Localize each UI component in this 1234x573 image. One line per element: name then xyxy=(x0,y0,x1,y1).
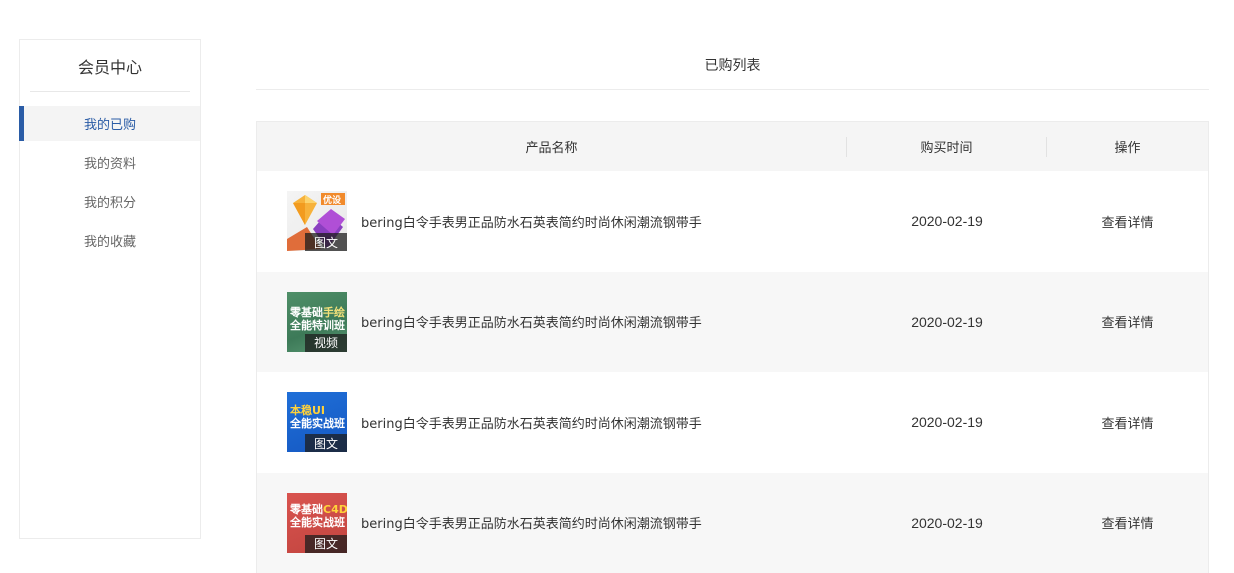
product-name[interactable]: bering白令手表男正品防水石英表简约时尚休闲潮流钢带手 xyxy=(361,212,702,231)
purchased-table: 产品名称 购买时间 操作 优设 图文 xyxy=(256,121,1209,573)
sidebar-item-purchased[interactable]: 我的已购 xyxy=(20,106,200,141)
thumbnail-caption-line: 本稳UI xyxy=(290,404,345,417)
product-cell: 零基础手绘 全能特训班 视频 bering白令手表男正品防水石英表简约时尚休闲潮… xyxy=(257,292,847,352)
page-title: 已购列表 xyxy=(256,40,1209,90)
purchase-time: 2020-02-19 xyxy=(847,414,1047,430)
product-cell: 本稳UI 全能实战班 图文 bering白令手表男正品防水石英表简约时尚休闲潮流… xyxy=(257,392,847,452)
header-product-name: 产品名称 xyxy=(257,137,847,157)
product-cell: 零基础C4D 全能实战班 图文 bering白令手表男正品防水石英表简约时尚休闲… xyxy=(257,493,847,553)
content-type-badge: 图文 xyxy=(305,434,347,452)
table-row: 优设 图文 bering白令手表男正品防水石英表简约时尚休闲潮流钢带手 2020… xyxy=(257,171,1208,272)
view-details-link[interactable]: 查看详情 xyxy=(1047,212,1208,231)
svg-text:优设: 优设 xyxy=(323,194,342,206)
content-type-badge: 图文 xyxy=(305,233,347,251)
thumbnail-caption-line: 全能实战班 xyxy=(290,516,347,529)
table-body: 优设 图文 bering白令手表男正品防水石英表简约时尚休闲潮流钢带手 2020… xyxy=(257,171,1208,573)
thumbnail-caption: 零基础手绘 全能特训班 xyxy=(290,306,345,332)
sidebar-item-profile[interactable]: 我的资料 xyxy=(20,145,200,180)
table-row: 零基础C4D 全能实战班 图文 bering白令手表男正品防水石英表简约时尚休闲… xyxy=(257,473,1208,573)
sidebar-item-favorites[interactable]: 我的收藏 xyxy=(20,223,200,258)
thumbnail-caption: 本稳UI 全能实战班 xyxy=(290,404,345,430)
sidebar-title: 会员中心 xyxy=(30,40,190,92)
thumbnail-caption-line: 零基础手绘 xyxy=(290,306,345,319)
content-type-badge: 图文 xyxy=(305,535,347,553)
product-name[interactable]: bering白令手表男正品防水石英表简约时尚休闲潮流钢带手 xyxy=(361,312,702,331)
sidebar-item-points[interactable]: 我的积分 xyxy=(20,184,200,219)
table-row: 零基础手绘 全能特训班 视频 bering白令手表男正品防水石英表简约时尚休闲潮… xyxy=(257,272,1208,373)
table-row: 本稳UI 全能实战班 图文 bering白令手表男正品防水石英表简约时尚休闲潮流… xyxy=(257,372,1208,473)
product-thumbnail[interactable]: 零基础C4D 全能实战班 图文 xyxy=(287,493,347,553)
product-thumbnail[interactable]: 本稳UI 全能实战班 图文 xyxy=(287,392,347,452)
thumbnail-caption-line: 零基础C4D xyxy=(290,503,347,516)
thumbnail-caption-line: 全能实战班 xyxy=(290,417,345,430)
purchase-time: 2020-02-19 xyxy=(847,213,1047,229)
member-sidebar: 会员中心 我的已购 我的资料 我的积分 我的收藏 xyxy=(19,39,201,539)
product-name[interactable]: bering白令手表男正品防水石英表简约时尚休闲潮流钢带手 xyxy=(361,513,702,532)
thumbnail-caption-line: 全能特训班 xyxy=(290,319,345,332)
product-name[interactable]: bering白令手表男正品防水石英表简约时尚休闲潮流钢带手 xyxy=(361,413,702,432)
view-details-link[interactable]: 查看详情 xyxy=(1047,312,1208,331)
header-purchase-time: 购买时间 xyxy=(847,137,1047,157)
content-type-badge: 视频 xyxy=(305,334,347,352)
purchase-time: 2020-02-19 xyxy=(847,515,1047,531)
table-header: 产品名称 购买时间 操作 xyxy=(257,121,1208,171)
view-details-link[interactable]: 查看详情 xyxy=(1047,513,1208,532)
header-action: 操作 xyxy=(1047,137,1208,156)
product-thumbnail[interactable]: 优设 图文 xyxy=(287,191,347,251)
purchase-time: 2020-02-19 xyxy=(847,314,1047,330)
product-thumbnail[interactable]: 零基础手绘 全能特训班 视频 xyxy=(287,292,347,352)
view-details-link[interactable]: 查看详情 xyxy=(1047,413,1208,432)
product-cell: 优设 图文 bering白令手表男正品防水石英表简约时尚休闲潮流钢带手 xyxy=(257,191,847,251)
sidebar-nav: 我的已购 我的资料 我的积分 我的收藏 xyxy=(20,106,200,258)
thumbnail-caption: 零基础C4D 全能实战班 xyxy=(290,503,347,529)
